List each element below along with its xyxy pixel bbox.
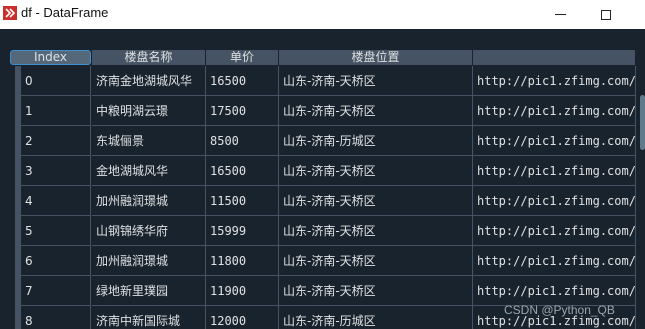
minimize-icon xyxy=(554,14,566,15)
cell-index[interactable]: 5 xyxy=(21,216,91,246)
cell-image-url[interactable]: http://pic1.zfimg.com/ xyxy=(473,126,636,156)
table-row[interactable]: 3 金地湖城风华 16500 山东-济南-天桥区 http://pic1.zfimg.c… xyxy=(10,156,636,186)
cell-price[interactable]: 11800 xyxy=(206,246,279,276)
cell-name[interactable]: 济南金地湖城风华 xyxy=(92,66,206,96)
title-bar: df - DataFrame xyxy=(0,0,645,29)
cell-price[interactable]: 12000 xyxy=(206,306,279,329)
cell-name[interactable]: 加州融润璟城 xyxy=(92,246,206,276)
cell-location[interactable]: 山东-济南-天桥区 xyxy=(279,96,473,126)
window-title: df - DataFrame xyxy=(21,5,109,20)
minimize-button[interactable] xyxy=(537,0,583,29)
column-header-price[interactable]: 单价 xyxy=(206,50,279,65)
cell-image-url[interactable]: http://pic1.zfimg.com/ xyxy=(473,276,636,306)
table-row[interactable]: 2 东城俪景 8500 山东-济南-历城区 http://pic1.zfimg.com/ xyxy=(10,126,636,156)
table-row[interactable]: 1 中粮明湖云璟 17500 山东-济南-天桥区 http://pic1.zfimg.c… xyxy=(10,96,636,126)
cell-price[interactable]: 16500 xyxy=(206,66,279,96)
cell-price[interactable]: 15999 xyxy=(206,216,279,246)
cell-index[interactable]: 8 xyxy=(21,306,91,329)
cell-name[interactable]: 绿地新里璞园 xyxy=(92,276,206,306)
cell-index[interactable]: 1 xyxy=(21,96,91,126)
table-row[interactable]: 7 绿地新里璞园 11900 山东-济南-天桥区 http://pic1.zfimg.c… xyxy=(10,276,636,306)
cell-name[interactable]: 中粮明湖云璟 xyxy=(92,96,206,126)
cell-price[interactable]: 11500 xyxy=(206,186,279,216)
cell-index[interactable]: 2 xyxy=(21,126,91,156)
cell-name[interactable]: 加州融润璟城 xyxy=(92,186,206,216)
cell-image-url[interactable]: http://pic1.zfimg.com/ xyxy=(473,216,636,246)
column-header-image[interactable] xyxy=(473,50,636,65)
column-header-location[interactable]: 楼盘位置 xyxy=(279,50,473,65)
table-row[interactable]: 4 加州融润璟城 11500 山东-济南-天桥区 http://pic1.zfimg.c… xyxy=(10,186,636,216)
maximize-icon xyxy=(601,9,611,20)
cell-index[interactable]: 6 xyxy=(21,246,91,276)
column-header-name[interactable]: 楼盘名称 xyxy=(92,50,206,65)
cell-location[interactable]: 山东-济南-历城区 xyxy=(279,306,473,329)
cell-image-url[interactable]: http://pic1.zfimg.com/ xyxy=(473,66,636,96)
cell-image-url[interactable]: http://pic1.zfimg.com/ xyxy=(473,156,636,186)
table-header: Index 楼盘名称 单价 楼盘位置 xyxy=(10,50,636,65)
cell-name[interactable]: 金地湖城风华 xyxy=(92,156,206,186)
app-icon xyxy=(3,6,17,20)
watermark: CSDN @Python_QB xyxy=(504,303,615,317)
cell-index[interactable]: 4 xyxy=(21,186,91,216)
cell-price[interactable]: 16500 xyxy=(206,156,279,186)
cell-price[interactable]: 8500 xyxy=(206,126,279,156)
table-row[interactable]: 6 加州融润璟城 11800 山东-济南-天桥区 http://pic1.zfimg.c… xyxy=(10,246,636,276)
cell-index[interactable]: 3 xyxy=(21,156,91,186)
cell-image-url[interactable]: http://pic1.zfimg.com/ xyxy=(473,246,636,276)
table-row[interactable]: 0 济南金地湖城风华 16500 山东-济南-天桥区 http://pic1.zfimg… xyxy=(10,66,636,96)
cell-location[interactable]: 山东-济南-天桥区 xyxy=(279,216,473,246)
cell-location[interactable]: 山东-济南-历城区 xyxy=(279,126,473,156)
cell-location[interactable]: 山东-济南-天桥区 xyxy=(279,186,473,216)
maximize-button[interactable] xyxy=(583,0,629,29)
cell-location[interactable]: 山东-济南-天桥区 xyxy=(279,66,473,96)
cell-name[interactable]: 济南中新国际城 xyxy=(92,306,206,329)
cell-index[interactable]: 7 xyxy=(21,276,91,306)
cell-image-url[interactable]: http://pic1.zfimg.com/ xyxy=(473,96,636,126)
cell-name[interactable]: 山钢锦绣华府 xyxy=(92,216,206,246)
cell-price[interactable]: 17500 xyxy=(206,96,279,126)
column-header-index[interactable]: Index xyxy=(10,50,91,65)
cell-name[interactable]: 东城俪景 xyxy=(92,126,206,156)
table-row[interactable]: 5 山钢锦绣华府 15999 山东-济南-天桥区 http://pic1.zfimg.c… xyxy=(10,216,636,246)
cell-location[interactable]: 山东-济南-天桥区 xyxy=(279,246,473,276)
cell-location[interactable]: 山东-济南-天桥区 xyxy=(279,156,473,186)
scrollbar-thumb[interactable] xyxy=(640,95,645,150)
cell-location[interactable]: 山东-济南-天桥区 xyxy=(279,276,473,306)
cell-price[interactable]: 11900 xyxy=(206,276,279,306)
cell-index[interactable]: 0 xyxy=(21,66,91,96)
cell-image-url[interactable]: http://pic1.zfimg.com/ xyxy=(473,186,636,216)
